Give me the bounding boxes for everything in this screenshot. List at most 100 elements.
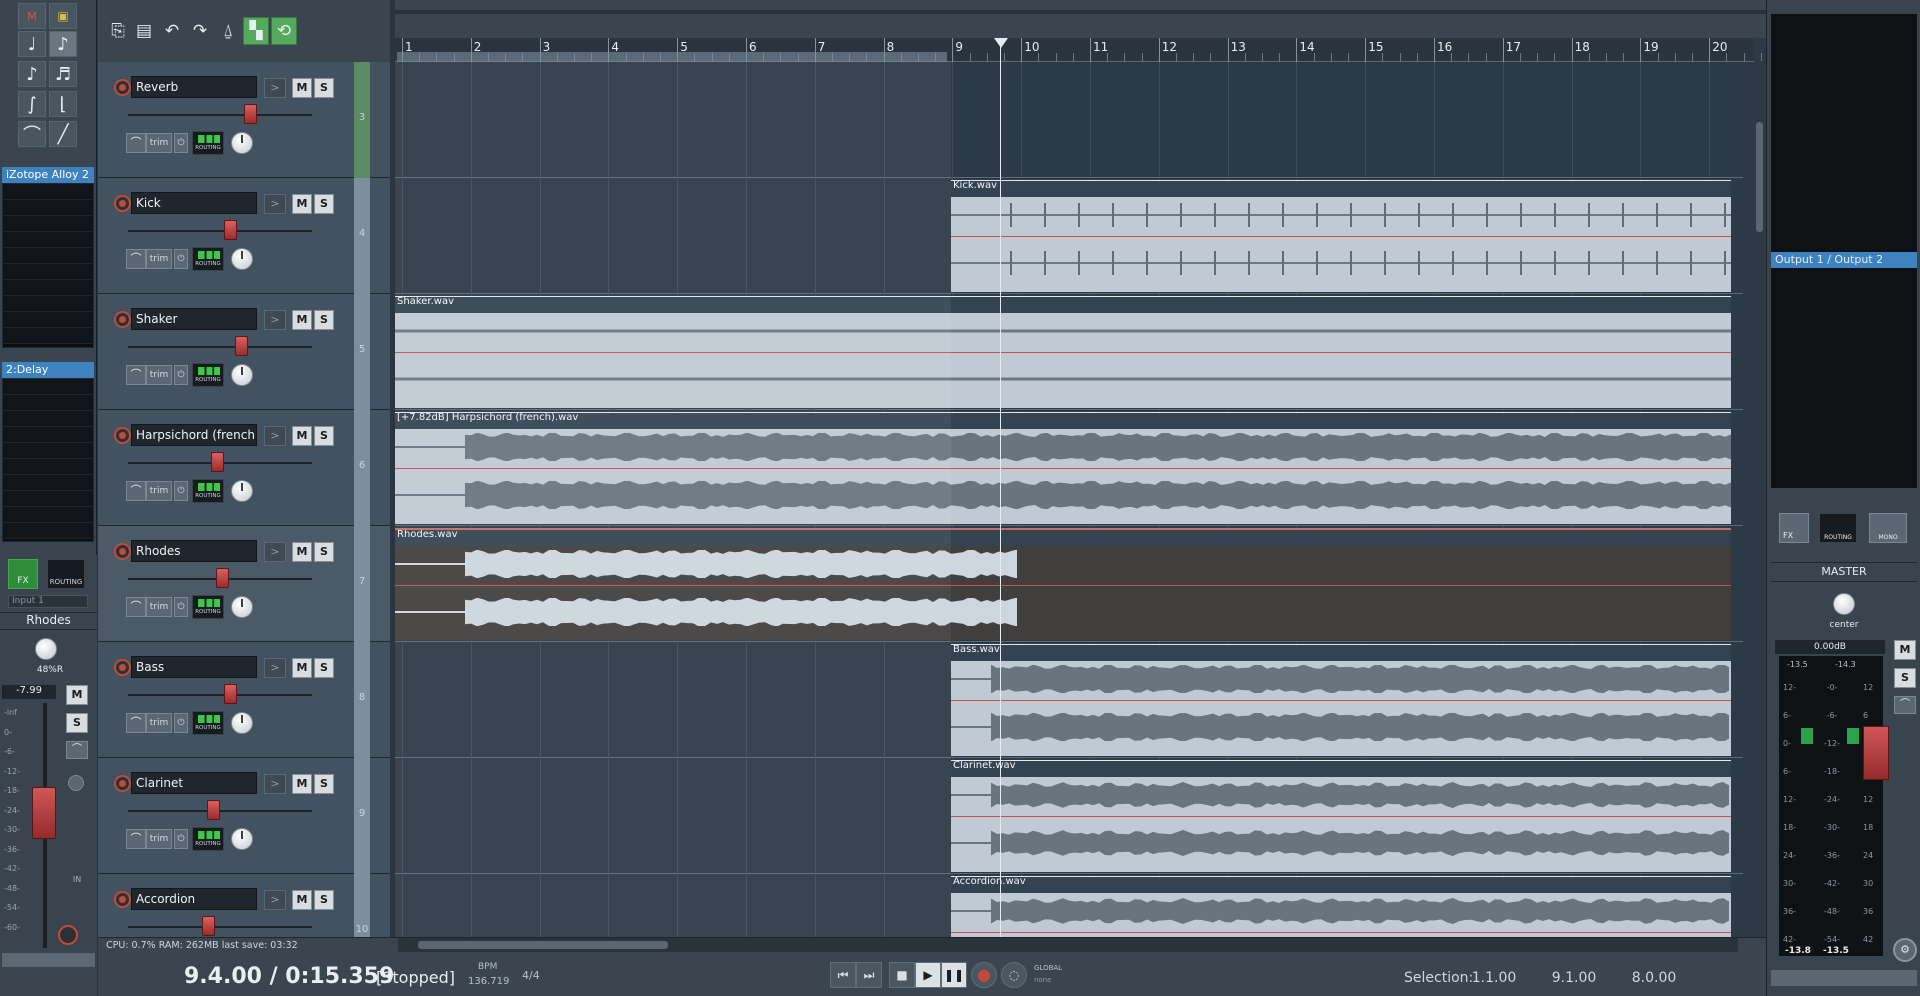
volume-fader[interactable] (211, 452, 224, 472)
solo-button[interactable]: S (314, 890, 334, 910)
vertical-scrollbar[interactable] (1754, 62, 1766, 937)
envelope-icon[interactable]: ⌒ (126, 365, 146, 385)
track-number-strip[interactable]: 4 (354, 178, 370, 294)
track-5[interactable]: Rhodes > M S ⌒ trim ⏻ ROUTING 7 (98, 526, 390, 642)
master-mute-button[interactable]: M (1894, 640, 1916, 660)
pan-knob[interactable] (231, 132, 253, 154)
fx-arrow-button[interactable]: > (264, 426, 286, 446)
track-name[interactable]: Kick (131, 192, 257, 214)
routing-button[interactable]: ROUTING (192, 595, 224, 619)
solo-button[interactable]: S (314, 658, 334, 678)
trim-button[interactable]: trim (146, 713, 172, 733)
media-item[interactable]: [+7.82dB] Harpsichord (french).wav (395, 412, 1731, 524)
eighth-note-icon[interactable]: ♪ (49, 31, 77, 57)
volume-envelope[interactable] (395, 585, 1731, 586)
track-name[interactable]: Rhodes (131, 540, 257, 562)
fx-arrow-button[interactable]: > (264, 658, 286, 678)
stop-icon[interactable]: ■ (889, 962, 915, 988)
save-icon[interactable]: ▤ (131, 17, 157, 45)
volume-envelope[interactable] (951, 816, 1731, 817)
envelope-icon[interactable]: ⌒ (126, 713, 146, 733)
track-4[interactable]: Harpsichord (french) > M S ⌒ trim ⏻ ROUTING 6 (98, 410, 390, 526)
mute-button[interactable]: M (292, 310, 312, 330)
fx-arrow-button[interactable]: > (264, 194, 286, 214)
volume-fader[interactable] (244, 104, 257, 124)
fx-arrow-button[interactable]: > (264, 310, 286, 330)
master-send-area[interactable] (1771, 268, 1917, 488)
output-label[interactable]: Output 1 / Output 2 (1771, 252, 1917, 268)
record-arm-button[interactable] (114, 659, 131, 676)
record-arm-button[interactable] (114, 79, 131, 96)
loop-icon[interactable]: ⟲ (271, 17, 297, 45)
master-solo-button[interactable]: S (1894, 668, 1916, 688)
track-name[interactable]: Bass (131, 656, 257, 678)
playhead-marker[interactable] (994, 38, 1008, 48)
power-icon[interactable]: ⏻ (174, 713, 188, 733)
item-icon[interactable]: ▣ (49, 3, 77, 29)
routing-button[interactable]: ROUTING (192, 363, 224, 387)
track-number-strip[interactable]: 7 (354, 526, 370, 642)
track-7[interactable]: Clarinet > M S ⌒ trim ⏻ ROUTING 9 (98, 758, 390, 874)
volume-fader[interactable] (216, 568, 229, 588)
mute-button[interactable]: M (292, 890, 312, 910)
mute-button[interactable]: M (292, 774, 312, 794)
track-name[interactable]: Harpsichord (french) (131, 424, 257, 446)
track-6[interactable]: Bass > M S ⌒ trim ⏻ ROUTING 8 (98, 642, 390, 758)
track-lanes[interactable]: Kick.wav Shaker.wav [+7.82dB] Harpsichord … (395, 62, 1743, 937)
track-1[interactable]: Reverb > M S ⌒ trim ⏻ ROUTING 3 (98, 62, 390, 178)
trim-button[interactable]: trim (146, 481, 172, 501)
power-icon[interactable]: ⏻ (174, 133, 188, 153)
trim-button[interactable]: trim (146, 249, 172, 269)
sixteenth-note-icon[interactable]: ♬ (49, 61, 77, 87)
power-icon[interactable]: ⏻ (174, 597, 188, 617)
pan-knob[interactable] (231, 480, 253, 502)
volume-fader[interactable] (207, 800, 220, 820)
track-3[interactable]: Shaker > M S ⌒ trim ⏻ ROUTING 5 (98, 294, 390, 410)
solo-button[interactable]: S (314, 194, 334, 214)
routing-button[interactable]: ROUTING (192, 711, 224, 735)
media-item[interactable]: Kick.wav (951, 180, 1731, 292)
phase-icon[interactable] (68, 775, 84, 791)
track-number-strip[interactable]: 6 (354, 410, 370, 526)
envelope-icon[interactable]: ⌒ (126, 481, 146, 501)
pan-knob[interactable] (35, 638, 57, 660)
record-arm-button[interactable] (114, 427, 131, 444)
pan-knob[interactable] (231, 828, 253, 850)
curve-fast-icon[interactable]: ⌊ (49, 91, 77, 117)
routing-button[interactable]: ROUTING (192, 247, 224, 271)
master-pan-knob[interactable] (1833, 593, 1855, 615)
record-arm-button[interactable] (114, 775, 131, 792)
selection-end[interactable]: 9.1.00 (1539, 970, 1609, 986)
master-routing-button[interactable]: ROUTING (1819, 513, 1857, 543)
envelope-icon[interactable]: ⌒ (126, 133, 146, 153)
time-selection-marker[interactable] (397, 52, 947, 62)
fx-arrow-button[interactable]: > (264, 774, 286, 794)
fx-arrow-button[interactable]: > (264, 78, 286, 98)
routing-button[interactable]: ROUTING (192, 131, 224, 155)
global-value[interactable]: none (1034, 976, 1051, 984)
trim-button[interactable]: trim (146, 365, 172, 385)
input-select[interactable]: Input 1 (8, 595, 88, 608)
mute-button[interactable]: M (66, 685, 88, 705)
send-list[interactable] (2, 378, 94, 542)
track-number-strip[interactable]: 8 (354, 642, 370, 758)
media-item[interactable]: Shaker.wav (395, 296, 1731, 408)
solo-button[interactable]: S (66, 713, 88, 733)
curve-s-icon[interactable]: ∫ (18, 91, 46, 117)
envelope-icon[interactable]: ⌒ (126, 829, 146, 849)
track-name[interactable]: Reverb (131, 76, 257, 98)
volume-envelope[interactable] (951, 700, 1731, 701)
track-name[interactable]: Clarinet (131, 772, 257, 794)
trim-button[interactable]: trim (146, 829, 172, 849)
time-signature[interactable]: 4/4 (522, 969, 540, 982)
go-to-end-icon[interactable]: ⏭ (856, 962, 882, 988)
power-icon[interactable]: ⏻ (174, 829, 188, 849)
routing-button[interactable]: ROUTING (192, 827, 224, 851)
curve-linear-icon[interactable]: ╱ (49, 121, 77, 147)
grid-snap-icon[interactable]: ▚ (243, 17, 269, 45)
track-name[interactable]: Accordion (131, 888, 257, 910)
input-monitor[interactable]: IN (66, 875, 88, 897)
record-icon[interactable]: ● (971, 962, 997, 988)
pan-knob[interactable] (231, 596, 253, 618)
volume-fader[interactable] (32, 787, 56, 839)
